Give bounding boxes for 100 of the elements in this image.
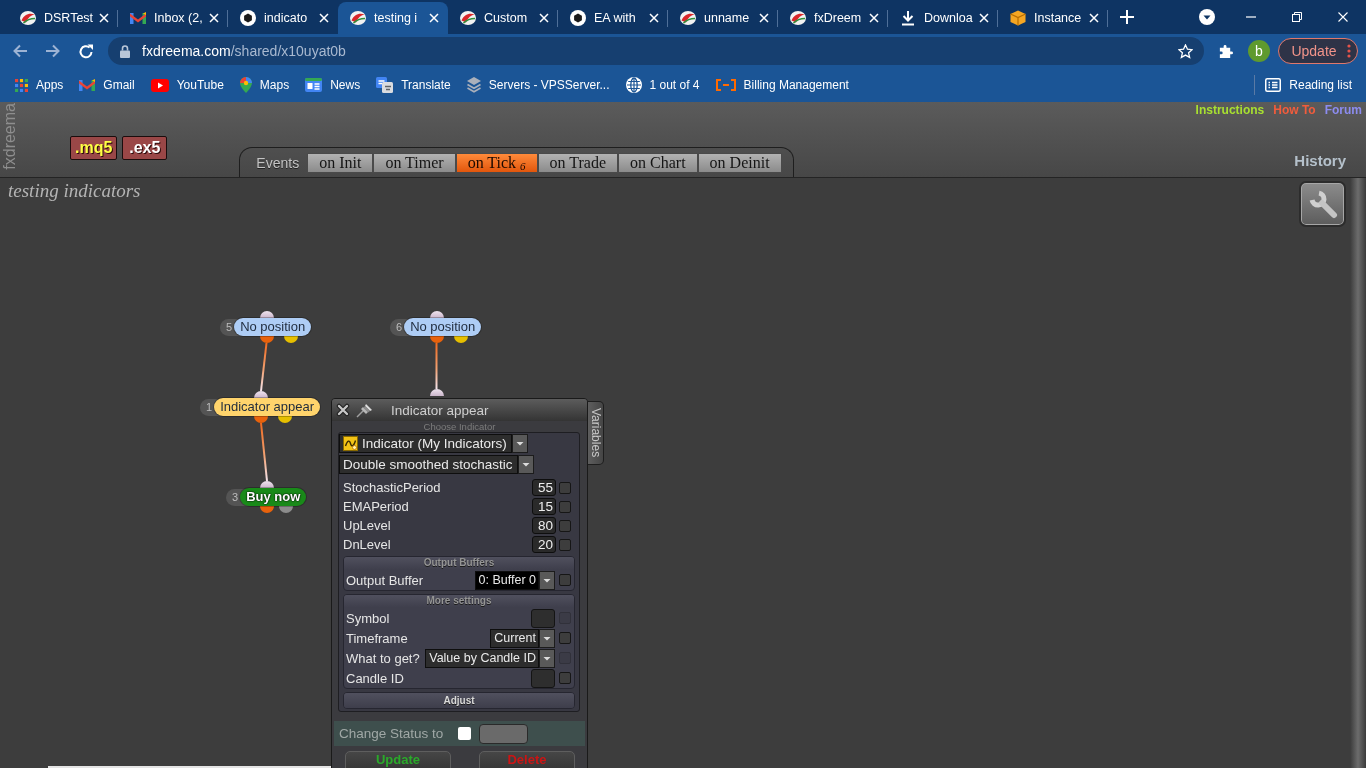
checkbox[interactable] (559, 519, 571, 532)
setting-label: What to get? (346, 650, 421, 666)
checkbox[interactable] (559, 481, 571, 494)
restore-icon[interactable] (1292, 12, 1302, 22)
update-button[interactable]: Update (1278, 38, 1358, 64)
wrench-icon (1307, 189, 1338, 219)
event-tab[interactable]: on Chart (618, 152, 698, 173)
param-value-field[interactable]: 20 (532, 536, 556, 553)
bookmark[interactable]: Apps (7, 71, 72, 99)
bookmark[interactable]: Translate (368, 71, 459, 99)
event-tab[interactable]: on Timer (373, 152, 456, 173)
event-tab[interactable]: on Deinit (697, 152, 782, 173)
history-link[interactable]: History (1294, 152, 1346, 169)
checkbox[interactable] (458, 727, 472, 740)
output-port-icon (429, 336, 444, 343)
scrollbar[interactable] (48, 766, 331, 768)
browser-tab[interactable]: Custom (448, 2, 558, 34)
back-icon[interactable] (12, 44, 28, 58)
bookmark[interactable]: 1 out of 4 (617, 71, 708, 99)
bookmark[interactable]: YouTube (142, 71, 232, 99)
checkbox[interactable] (559, 500, 571, 513)
checkbox[interactable] (559, 538, 571, 551)
node-label[interactable]: No position (234, 318, 312, 336)
node-label[interactable]: Indicator appear (214, 398, 321, 416)
setting-label: Candle ID (346, 670, 405, 686)
setting-field[interactable] (531, 668, 555, 688)
export-button[interactable]: .mq5 (70, 136, 118, 160)
browser-tab[interactable]: unname (668, 2, 778, 34)
checkbox[interactable] (559, 672, 571, 684)
param-label: EMAPeriod (343, 499, 410, 514)
project-title: testing indicators (8, 181, 141, 201)
kebab-menu-icon[interactable] (1346, 44, 1351, 58)
setting-label: Output Buffer (346, 572, 425, 588)
scrollbar[interactable] (1350, 178, 1366, 768)
grid-icon (15, 78, 28, 92)
browser-tab[interactable]: fxDreem (778, 2, 888, 34)
bookmark[interactable]: News (297, 71, 369, 99)
swirl-icon (790, 10, 806, 26)
newspaper-icon (305, 78, 323, 92)
section-header[interactable]: Adjust (344, 693, 574, 708)
event-tab[interactable]: on Init (307, 152, 374, 173)
bookmark[interactable]: Billing Management (707, 71, 857, 99)
setting-field[interactable] (531, 608, 555, 628)
bookmark[interactable]: Servers - VPSServer... (458, 71, 618, 99)
star-icon[interactable] (1178, 43, 1193, 59)
bracket-icon (715, 79, 736, 91)
puzzle-icon[interactable] (1218, 43, 1233, 59)
input-port-icon (429, 389, 444, 396)
tools-button[interactable] (1299, 181, 1346, 227)
dropdown-icon[interactable] (1199, 9, 1215, 25)
help-link[interactable]: Instructions (1195, 103, 1265, 117)
browser-tab[interactable]: testing i (338, 2, 448, 34)
export-button[interactable]: .ex5 (122, 136, 168, 160)
variables-tab[interactable]: Variables (588, 401, 604, 465)
event-tab[interactable]: on Tick $_{6}$ (455, 152, 538, 173)
download-icon (900, 10, 916, 26)
browser-tab[interactable]: EA with (558, 2, 668, 34)
param-value-field[interactable]: 80 (532, 517, 556, 534)
bookmark[interactable]: Gmail (71, 71, 143, 99)
dialog-title: Indicator appear (391, 402, 489, 418)
browser-tab[interactable]: Downloa (888, 2, 998, 34)
browser-tab[interactable]: DSRTest (8, 2, 118, 34)
setting-label: Symbol (346, 610, 391, 626)
checkbox[interactable] (559, 574, 571, 586)
browser-tab[interactable]: Inbox (2, (118, 2, 228, 34)
swirl-icon (20, 10, 36, 26)
close-icon[interactable] (336, 403, 350, 417)
input-port-icon (429, 311, 444, 318)
status-label: Change Status to (339, 726, 444, 741)
plus-icon[interactable] (1120, 10, 1134, 24)
reload-icon[interactable] (78, 43, 94, 59)
function-icon (343, 436, 358, 451)
input-port-icon (259, 311, 274, 318)
status-field[interactable] (479, 723, 529, 744)
forward-icon[interactable] (45, 44, 61, 58)
param-value-field[interactable]: 55 (532, 479, 556, 496)
swirl-icon (680, 10, 696, 26)
pin-icon[interactable] (356, 402, 374, 418)
section-caption: Choose Indicator (422, 421, 497, 432)
caret-icon (539, 628, 555, 648)
event-tab[interactable]: on Trade (537, 152, 619, 173)
node-label[interactable]: No position (404, 318, 482, 336)
param-value-field[interactable]: 15 (532, 498, 556, 515)
bookmark[interactable]: Maps (231, 71, 298, 99)
envelope-icon (130, 12, 146, 24)
translate-icon (376, 77, 394, 93)
address-bar[interactable]: fxdreema.com/shared/x10uyat0b (108, 37, 1204, 65)
setting-label: Timeframe (346, 630, 409, 646)
checkbox[interactable] (559, 632, 571, 644)
output-port-icon (453, 336, 468, 343)
list-icon (1265, 78, 1282, 92)
logo-text: fxdreema (1, 103, 18, 170)
input-port-icon (254, 391, 268, 398)
swirl-icon (350, 10, 366, 26)
browser-tab[interactable]: Instance (998, 2, 1108, 34)
browser-tab[interactable]: indicato (228, 2, 338, 34)
reading-list-button[interactable]: Reading list (1257, 71, 1360, 99)
param-label: StochasticPeriod (343, 480, 442, 495)
update-button[interactable]: Update (345, 751, 451, 768)
param-label: DnLevel (343, 537, 392, 552)
